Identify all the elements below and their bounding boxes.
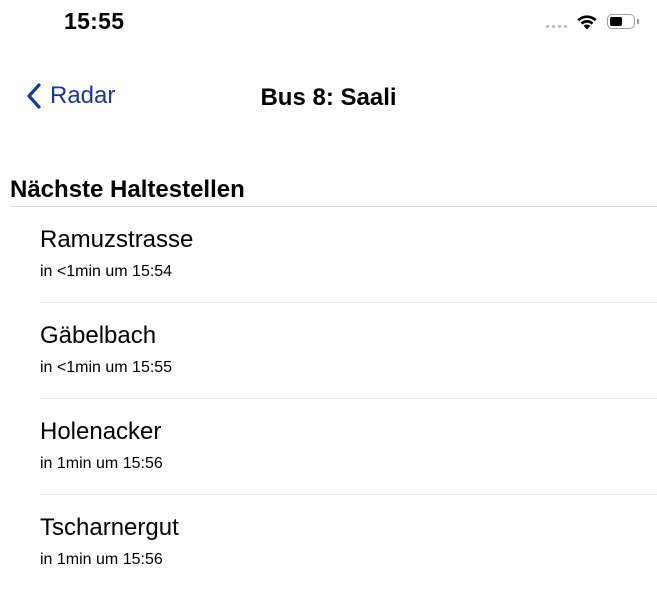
list-item[interactable]: Holenacker in 1min um 15:56 [0, 399, 657, 495]
stops-list: Ramuzstrasse in <1min um 15:54 Gäbelbach… [0, 207, 657, 591]
stop-name: Tscharnergut [40, 514, 179, 541]
list-item[interactable]: Tscharnergut in 1min um 15:56 [0, 495, 657, 591]
list-item[interactable]: Gäbelbach in <1min um 15:55 [0, 303, 657, 399]
stop-arrival-info: in <1min um 15:55 [40, 359, 173, 376]
stop-arrival-info: in 1min um 15:56 [40, 551, 163, 568]
stop-arrival-info: in <1min um 15:54 [40, 263, 173, 280]
status-bar: 15:55 [0, 0, 657, 44]
stop-name: Gäbelbach [40, 322, 157, 349]
stop-arrival-info: in 1min um 15:56 [40, 455, 163, 472]
section-header: Nächste Haltestellen [10, 176, 245, 203]
status-time: 15:55 [64, 8, 125, 34]
status-icons [546, 9, 639, 33]
wifi-icon [577, 15, 597, 30]
battery-icon [607, 13, 639, 29]
stop-name: Ramuzstrasse [40, 226, 194, 253]
navigation-bar: Radar Bus 8: Saali [0, 72, 657, 122]
signal-dots-icon [546, 24, 567, 28]
stop-name: Holenacker [40, 418, 162, 445]
list-item[interactable]: Ramuzstrasse in <1min um 15:54 [0, 207, 657, 303]
page-title: Bus 8: Saali [260, 84, 397, 111]
